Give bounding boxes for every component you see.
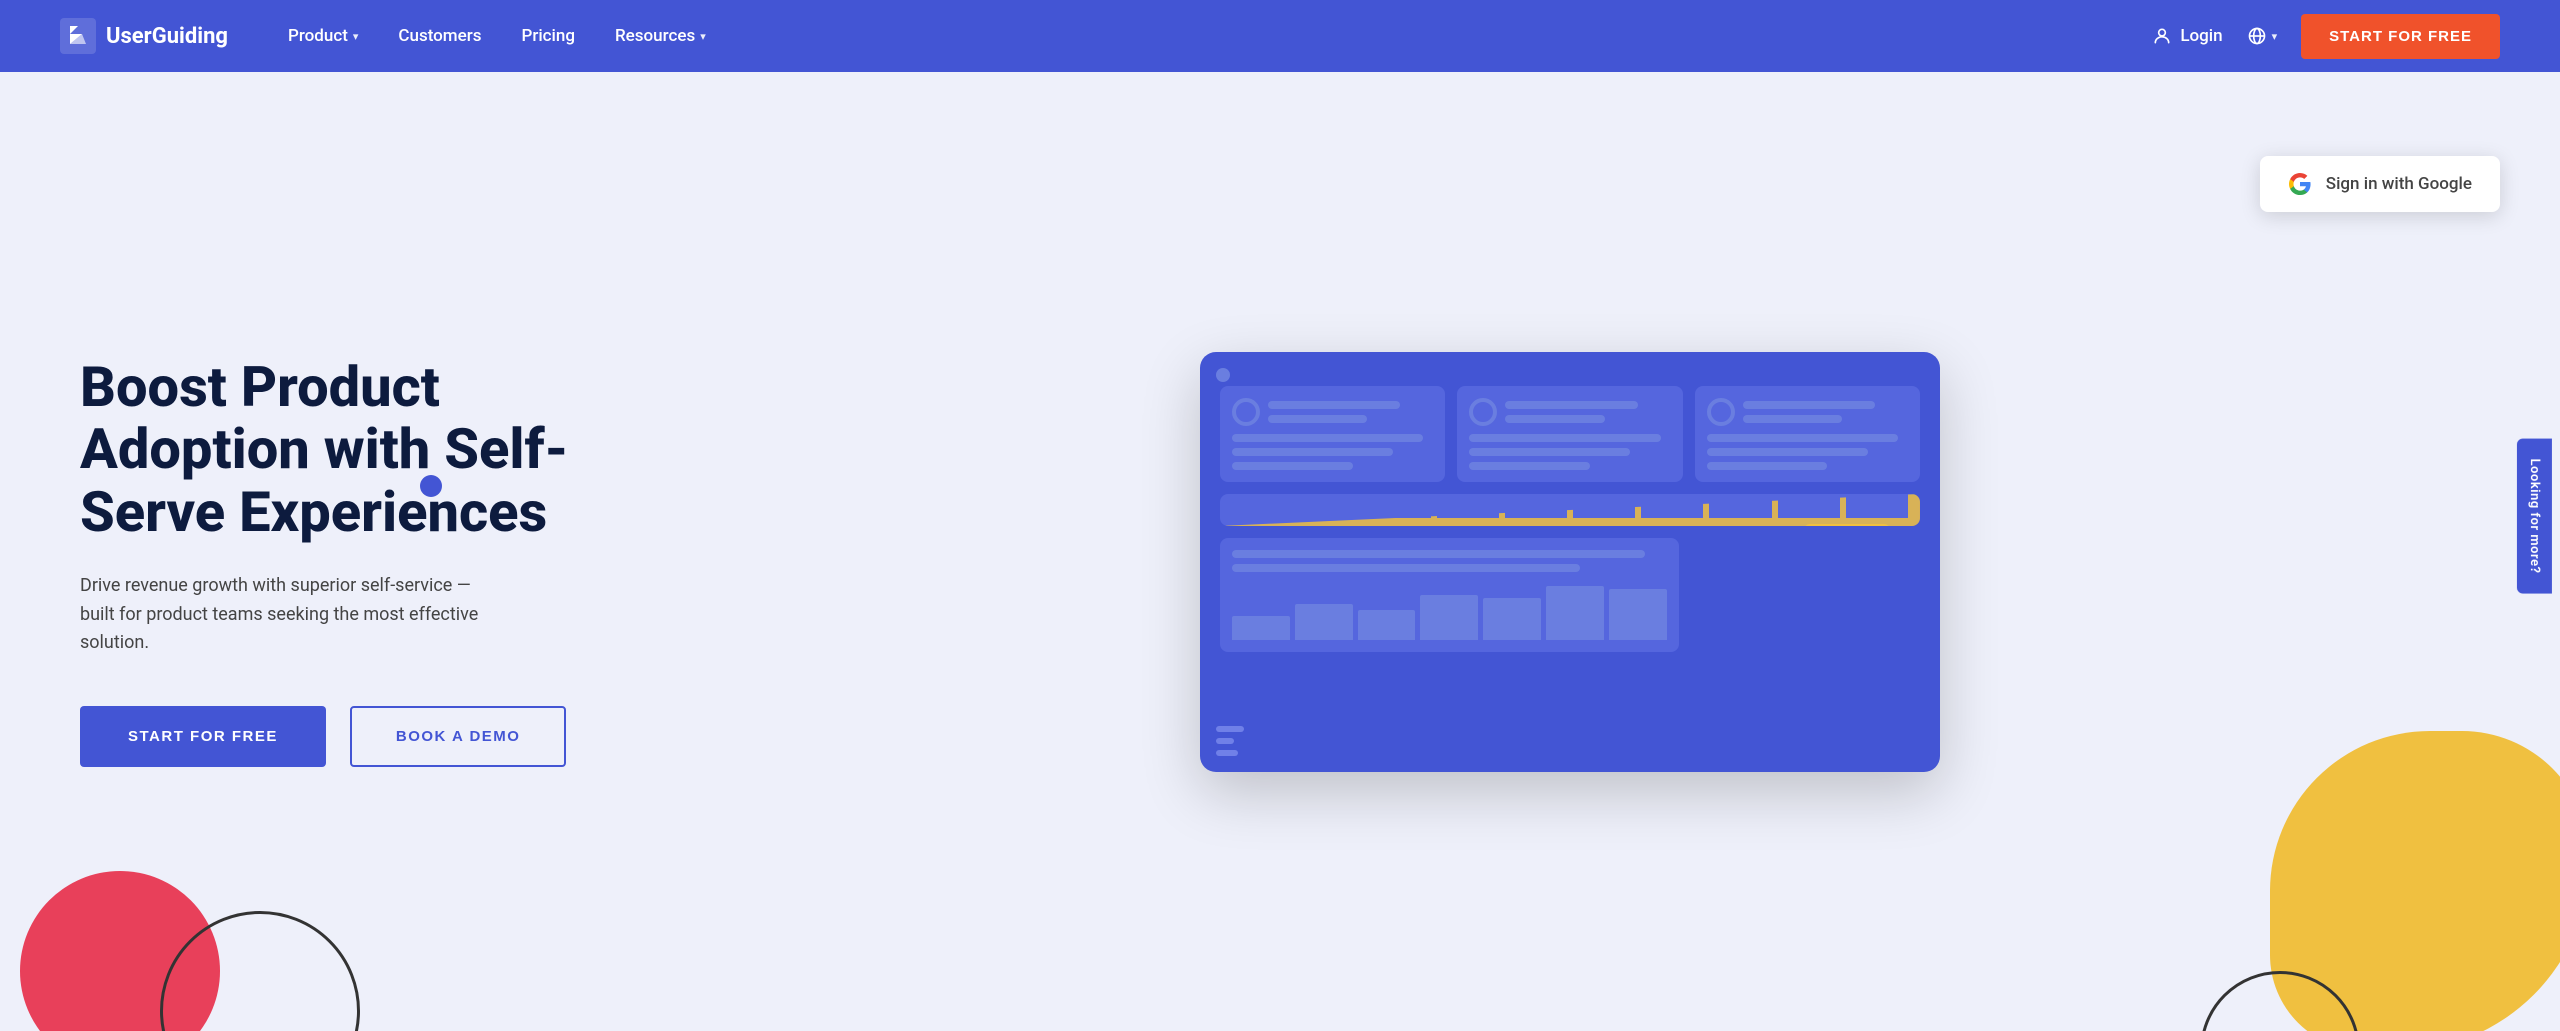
dashboard-top-row [1220,386,1920,482]
chart-bar [1368,498,1430,518]
dash-chart-card [1220,494,1920,526]
chart-bars [1232,494,1908,518]
hero-illustration [600,352,2480,772]
looking-for-more-tab[interactable]: Looking for more? [2517,438,2552,593]
dash-card-2 [1457,386,1682,482]
hero-buttons: START FOR FREE BOOK A DEMO [80,706,600,767]
dash-small-card [1220,538,1679,652]
chart-bar [1437,494,1499,518]
navbar: UserGuiding Product ▾ Customers Pricing … [0,0,2560,72]
hero-dot-decoration [420,475,442,497]
hero-content: Boost Product Adoption with Self-Serve E… [80,356,600,768]
hero-title: Boost Product Adoption with Self-Serve E… [80,356,600,544]
chart-bar [1641,494,1703,518]
logo-icon [60,18,96,54]
hero-subtitle: Drive revenue growth with superior self-… [80,572,500,658]
chart-bar [1709,494,1771,518]
google-signin-button[interactable]: Sign in with Google [2260,156,2500,212]
hero-start-free-button[interactable]: START FOR FREE [80,706,326,767]
login-button[interactable]: Login [2152,26,2222,46]
chart-bar [1778,494,1840,518]
chevron-down-icon: ▾ [2272,30,2278,43]
chevron-down-icon: ▾ [353,30,359,43]
language-selector[interactable]: ▾ [2247,26,2278,46]
google-icon [2288,172,2312,196]
nav-right: Login ▾ START FOR FREE [2152,14,2500,59]
dash-card-3 [1695,386,1920,482]
chart-circle-icon [1469,398,1497,426]
user-tag [1804,524,1890,526]
dashboard-controls [1216,726,1244,756]
dash-card-1 [1220,386,1445,482]
nav-start-free-button[interactable]: START FOR FREE [2301,14,2500,59]
chart-bar [1232,502,1294,518]
chart-bar [1505,494,1567,518]
nav-resources[interactable]: Resources ▾ [615,26,706,46]
hero-section: Sign in with Google Boost Product Adopti… [0,72,2560,1031]
nav-customers[interactable]: Customers [398,26,481,46]
chart-bar [1573,494,1635,518]
chevron-down-icon: ▾ [700,30,706,43]
chart-circle-icon [1707,398,1735,426]
logo[interactable]: UserGuiding [60,18,228,54]
nav-product[interactable]: Product ▾ [288,26,358,46]
small-bar-chart [1232,580,1667,640]
dashboard-bottom-row [1220,494,1920,652]
nav-pricing[interactable]: Pricing [521,26,575,46]
chart-circle-icon [1232,398,1260,426]
globe-icon [2247,26,2267,46]
chart-bar [1300,494,1362,518]
dashboard-indicator [1216,368,1230,382]
nav-links: Product ▾ Customers Pricing Resources ▾ [288,26,2152,46]
dashboard-frame [1200,352,1940,772]
hero-book-demo-button[interactable]: BOOK A DEMO [350,706,567,767]
chart-bar [1846,494,1908,518]
user-icon [2152,26,2172,46]
